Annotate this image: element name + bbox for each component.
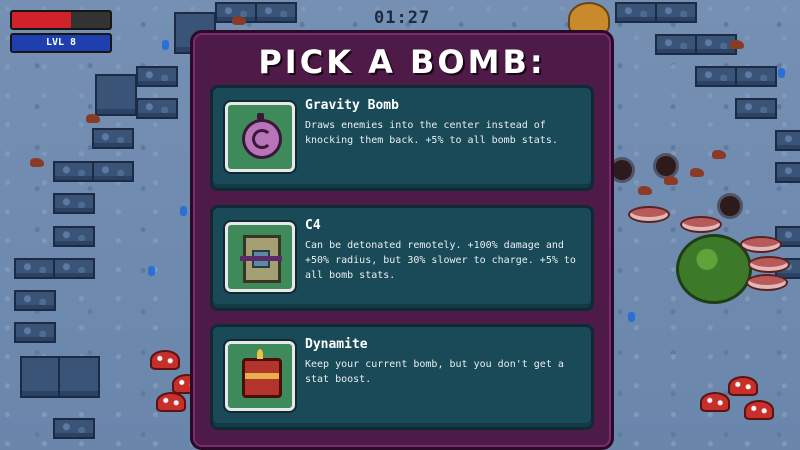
crab-enemy	[690, 168, 704, 177]
xp-gem	[162, 40, 169, 50]
rock-block	[92, 161, 134, 182]
rock-block	[14, 322, 56, 343]
urchin-enemy	[720, 196, 740, 216]
rock-block	[92, 128, 134, 149]
option-name: Dynamite	[305, 337, 368, 352]
option-gravity-bomb[interactable]: Gravity Bomb Draws enemies into the cent…	[210, 85, 594, 191]
critter	[730, 40, 744, 49]
xp-gem	[778, 68, 785, 78]
mushroom	[150, 350, 180, 370]
rock-block	[655, 2, 697, 23]
rock-block	[775, 162, 800, 183]
option-icon-frame	[225, 222, 295, 292]
rock-block	[735, 66, 777, 87]
rock-block	[14, 258, 56, 279]
fish-enemy	[680, 216, 722, 233]
option-icon-frame	[225, 102, 295, 172]
health-bar	[10, 10, 112, 30]
mushroom	[700, 392, 730, 412]
fish-enemy	[740, 236, 782, 253]
mushroom	[156, 392, 186, 412]
critter	[86, 114, 100, 123]
crab-enemy	[712, 150, 726, 159]
option-description: Can be detonated remotely. +100% damage …	[305, 240, 576, 281]
critter	[30, 158, 44, 167]
gravity-bomb-icon	[242, 113, 282, 159]
rock-block	[53, 161, 95, 182]
urchin-enemy	[656, 156, 676, 176]
fish-enemy	[748, 256, 790, 273]
run-timer: 01:27	[374, 8, 431, 28]
rock-block	[655, 34, 697, 55]
rock-block	[775, 130, 800, 151]
rock-block	[53, 418, 95, 439]
xp-gem	[180, 206, 187, 216]
mushroom	[744, 400, 774, 420]
xp-gem	[148, 266, 155, 276]
level-bar: LVL 8	[10, 33, 112, 53]
option-c4[interactable]: C4 Can be detonated remotely. +100% dama…	[210, 205, 594, 311]
rock-block	[136, 66, 178, 87]
xp-gem	[628, 312, 635, 322]
option-description: Keep your current bomb, but you don't ge…	[305, 359, 564, 385]
urchin-enemy	[612, 160, 632, 180]
rock-block	[615, 2, 657, 23]
critter	[232, 16, 246, 25]
mushroom	[728, 376, 758, 396]
rock-block	[95, 74, 137, 116]
option-dynamite[interactable]: Dynamite Keep your current bomb, but you…	[210, 324, 594, 430]
fish-enemy	[746, 274, 788, 291]
option-name: Gravity Bomb	[305, 98, 399, 113]
fish-enemy	[628, 206, 670, 223]
option-icon-frame	[225, 341, 295, 411]
rock-block	[136, 98, 178, 119]
rock-block	[735, 98, 777, 119]
health-bar-fill	[12, 12, 71, 28]
rock-block	[14, 290, 56, 311]
crab-enemy	[664, 176, 678, 185]
rock-block	[255, 2, 297, 23]
rock-block	[695, 66, 737, 87]
rock-block	[58, 356, 100, 398]
rock-block	[20, 356, 62, 398]
rock-block	[53, 226, 95, 247]
dialog-title: PICK A BOMB:	[258, 43, 546, 81]
rock-block	[53, 193, 95, 214]
rock-block	[53, 258, 95, 279]
pick-bomb-dialog: PICK A BOMB: Gravity Bomb Draws enemies …	[190, 30, 614, 450]
option-description: Draws enemies into the center instead of…	[305, 120, 558, 146]
crab-enemy	[638, 186, 652, 195]
c4-icon	[240, 235, 282, 283]
dynamite-icon	[242, 349, 282, 398]
option-name: C4	[305, 218, 321, 233]
